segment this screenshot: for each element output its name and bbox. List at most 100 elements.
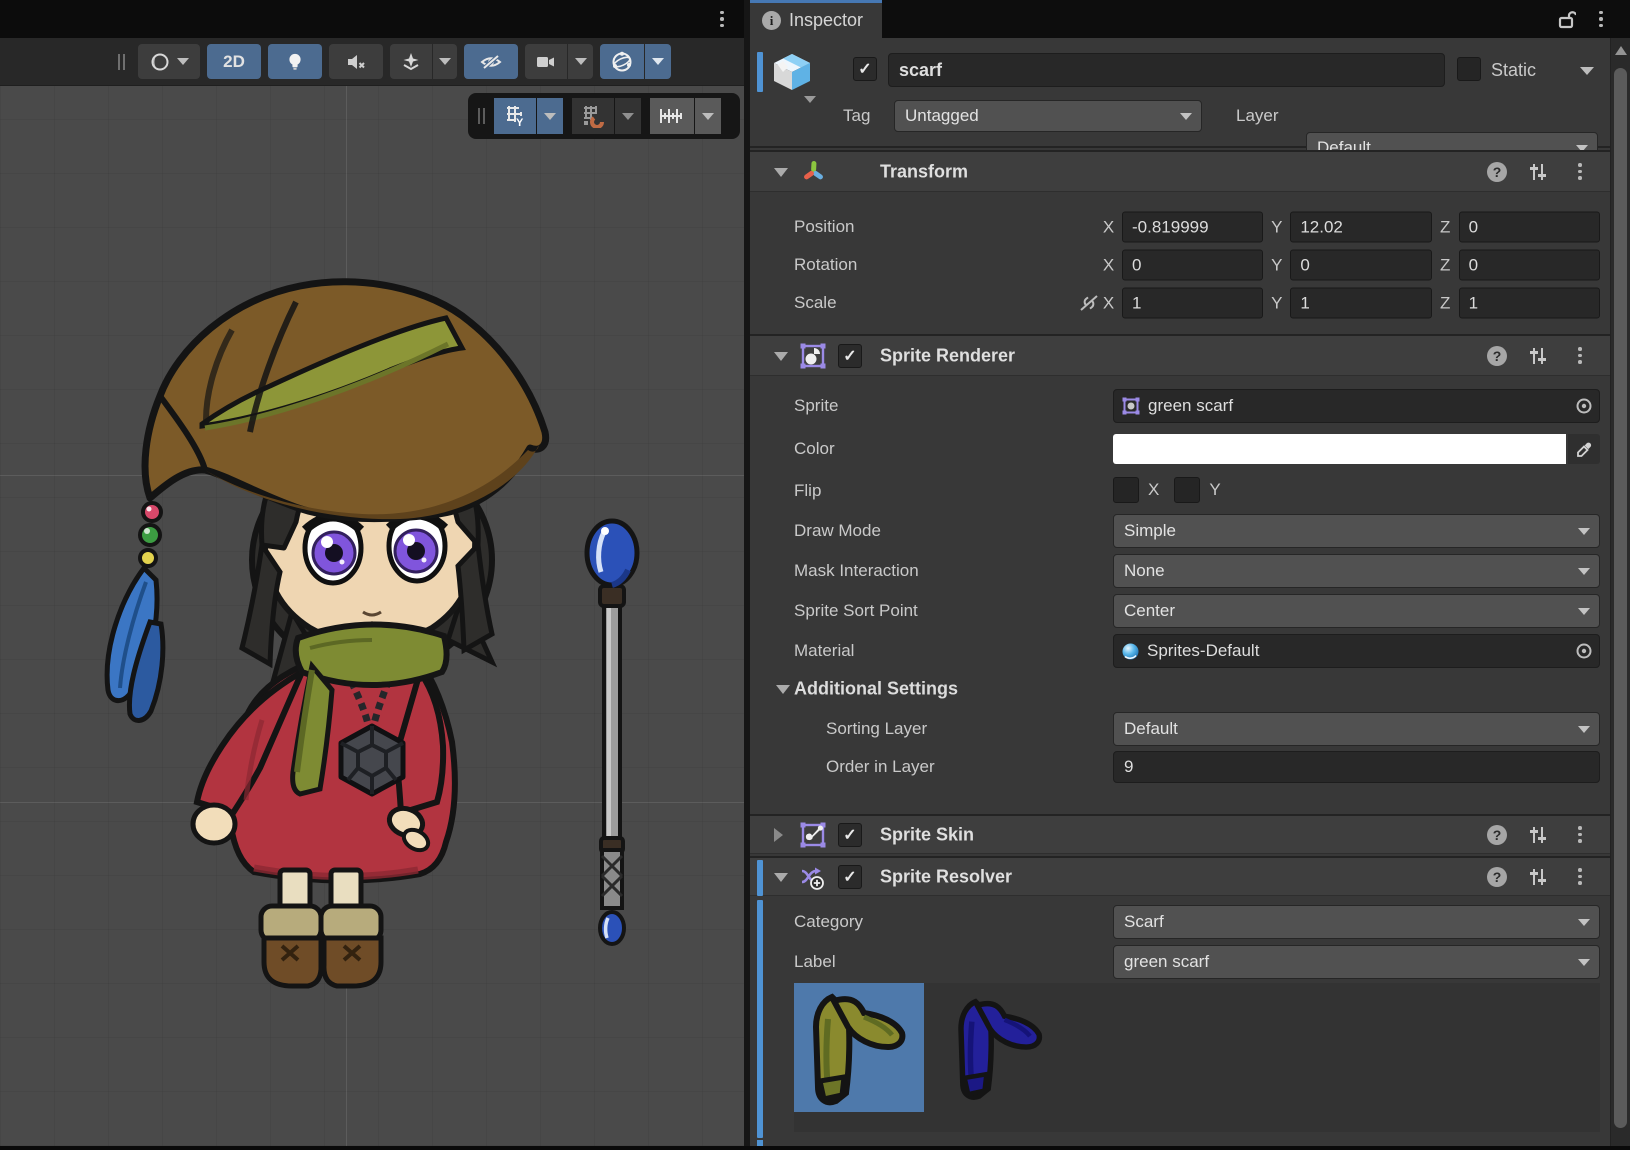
green-scarf-thumbnail bbox=[794, 983, 924, 1112]
category-dropdown[interactable]: Scarf bbox=[1113, 905, 1600, 939]
color-swatch[interactable] bbox=[1113, 434, 1566, 464]
gizmo-dropdown[interactable] bbox=[645, 44, 671, 79]
scene-menu-icon[interactable] bbox=[714, 8, 730, 30]
additional-settings-row[interactable]: Additional Settings bbox=[750, 672, 1610, 706]
presets-icon[interactable] bbox=[1528, 162, 1548, 182]
increment-snap-dropdown[interactable] bbox=[695, 98, 721, 134]
sprite-renderer-enable-checkbox[interactable]: ✓ bbox=[838, 344, 862, 368]
sorting-layer-dropdown[interactable]: Default bbox=[1113, 712, 1600, 746]
presets-icon[interactable] bbox=[1528, 825, 1548, 845]
increment-snap-button[interactable] bbox=[650, 98, 694, 134]
tab-inspector[interactable]: i Inspector bbox=[750, 0, 882, 38]
mask-interaction-dropdown[interactable]: None bbox=[1113, 554, 1600, 588]
toolbar-drag-handle-icon[interactable] bbox=[118, 54, 125, 70]
gameobject-enable-checkbox[interactable]: ✓ bbox=[853, 57, 877, 81]
grid-snap-dropdown[interactable] bbox=[615, 98, 641, 134]
shading-mode-button[interactable] bbox=[138, 44, 200, 79]
flip-row: Flip X Y bbox=[750, 474, 1610, 508]
position-label: Position bbox=[794, 217, 854, 237]
sprite-variant-blue-scarf[interactable] bbox=[941, 983, 1059, 1112]
object-picker-icon[interactable] bbox=[1573, 640, 1595, 662]
help-icon[interactable]: ? bbox=[1487, 162, 1507, 182]
scrollbar-up-arrow-icon[interactable] bbox=[1615, 46, 1627, 55]
presets-icon[interactable] bbox=[1528, 867, 1548, 887]
position-y-field[interactable]: 12.02 bbox=[1290, 212, 1431, 243]
sprite-thumb-icon bbox=[1121, 396, 1141, 416]
inspector-lock-icon[interactable] bbox=[1556, 8, 1578, 30]
rotation-x-field[interactable]: 0 bbox=[1122, 250, 1263, 281]
camera-dropdown[interactable] bbox=[568, 44, 593, 79]
scene-viewport[interactable]: Y bbox=[0, 86, 744, 1146]
scale-y-field[interactable]: 1 bbox=[1290, 288, 1431, 319]
overlay-drag-handle-icon[interactable] bbox=[478, 108, 485, 124]
tag-dropdown[interactable]: Untagged bbox=[894, 100, 1202, 132]
component-menu-icon[interactable] bbox=[1572, 161, 1588, 183]
static-checkbox[interactable] bbox=[1457, 57, 1481, 81]
transform-header[interactable]: Transform ? bbox=[750, 150, 1610, 192]
help-icon[interactable]: ? bbox=[1487, 346, 1507, 366]
sprite-variant-green-scarf[interactable] bbox=[794, 983, 924, 1112]
2d-toggle-button[interactable]: 2D bbox=[207, 44, 261, 79]
constrain-proportions-icon[interactable] bbox=[1078, 293, 1100, 313]
sort-point-dropdown[interactable]: Center bbox=[1113, 594, 1600, 628]
transform-icon bbox=[798, 157, 828, 187]
flip-label: Flip bbox=[794, 481, 821, 501]
label-label: Label bbox=[794, 952, 836, 972]
sprite-resolver-enable-checkbox[interactable]: ✓ bbox=[838, 865, 862, 889]
static-dropdown-arrow[interactable] bbox=[1580, 67, 1594, 75]
scale-x-field[interactable]: 1 bbox=[1122, 288, 1263, 319]
component-menu-icon[interactable] bbox=[1572, 824, 1588, 846]
rotation-z-field[interactable]: 0 bbox=[1459, 250, 1600, 281]
scene-audio-button[interactable] bbox=[329, 44, 383, 79]
orientation-gizmo-button[interactable] bbox=[600, 44, 644, 79]
help-icon[interactable]: ? bbox=[1487, 867, 1507, 887]
sprite-renderer-icon bbox=[798, 341, 828, 371]
object-picker-icon[interactable] bbox=[1573, 395, 1595, 417]
eyedropper-icon bbox=[1576, 441, 1593, 458]
sprite-object-field[interactable]: green scarf bbox=[1113, 389, 1600, 423]
position-z-field[interactable]: 0 bbox=[1459, 212, 1600, 243]
sprite-resolver-title: Sprite Resolver bbox=[880, 866, 1012, 887]
inspector-scrollbar[interactable] bbox=[1610, 38, 1630, 1146]
sort-point-label: Sprite Sort Point bbox=[794, 601, 918, 621]
presets-icon[interactable] bbox=[1528, 346, 1548, 366]
component-menu-icon[interactable] bbox=[1572, 866, 1588, 888]
transform-foldout-icon[interactable] bbox=[774, 168, 788, 177]
effects-button-group bbox=[390, 44, 457, 79]
icon-picker-arrow[interactable] bbox=[804, 96, 816, 103]
scene-camera-button[interactable] bbox=[525, 44, 567, 79]
flip-x-checkbox[interactable] bbox=[1113, 477, 1139, 503]
scene-effects-button[interactable] bbox=[390, 44, 432, 79]
scale-z-field[interactable]: 1 bbox=[1459, 288, 1600, 319]
grid-snap-button[interactable] bbox=[572, 98, 614, 134]
color-swatch-field[interactable] bbox=[1113, 434, 1600, 464]
hidden-objects-button[interactable] bbox=[464, 44, 518, 79]
inspector-menu-icon[interactable] bbox=[1590, 8, 1612, 30]
order-in-layer-field[interactable]: 9 bbox=[1113, 751, 1600, 783]
label-dropdown[interactable]: green scarf bbox=[1113, 945, 1600, 979]
flip-y-checkbox[interactable] bbox=[1174, 477, 1200, 503]
sprite-renderer-foldout-icon[interactable] bbox=[774, 352, 788, 361]
sprite-skin-enable-checkbox[interactable]: ✓ bbox=[838, 823, 862, 847]
eyedropper-button[interactable] bbox=[1568, 434, 1600, 464]
inspector-tab-bar: i Inspector bbox=[750, 0, 1630, 38]
material-object-field[interactable]: Sprites-Default bbox=[1113, 634, 1600, 668]
rotation-y-field[interactable]: 0 bbox=[1290, 250, 1431, 281]
position-x-field[interactable]: -0.819999 bbox=[1122, 212, 1263, 243]
sprite-skin-foldout-icon[interactable] bbox=[774, 828, 783, 842]
additional-settings-foldout-icon[interactable] bbox=[776, 685, 790, 694]
sprite-resolver-header[interactable]: ✓ Sprite Resolver ? bbox=[750, 856, 1610, 896]
sprite-skin-header[interactable]: ✓ Sprite Skin ? bbox=[750, 814, 1610, 854]
gameobject-name-field[interactable]: scarf bbox=[888, 53, 1445, 87]
help-icon[interactable]: ? bbox=[1487, 825, 1507, 845]
sprite-renderer-header[interactable]: ✓ Sprite Renderer ? bbox=[750, 334, 1610, 376]
scene-lighting-button[interactable] bbox=[268, 44, 322, 79]
draw-mode-dropdown[interactable]: Simple bbox=[1113, 514, 1600, 548]
sprite-resolver-foldout-icon[interactable] bbox=[774, 873, 788, 882]
grid-visibility-dropdown[interactable] bbox=[537, 98, 563, 134]
scrollbar-thumb[interactable] bbox=[1614, 68, 1627, 1128]
grid-visibility-button[interactable]: Y bbox=[494, 98, 536, 134]
effects-dropdown[interactable] bbox=[433, 44, 457, 79]
mask-interaction-row: Mask Interaction None bbox=[750, 554, 1610, 588]
component-menu-icon[interactable] bbox=[1572, 345, 1588, 367]
